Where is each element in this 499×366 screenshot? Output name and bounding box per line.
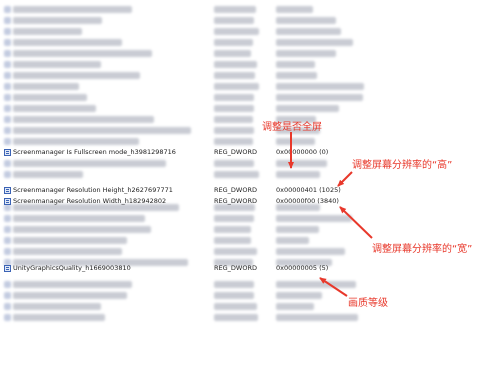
- arrow-quality: [319, 277, 348, 297]
- arrow-height: [337, 171, 353, 187]
- arrow-width: [339, 206, 373, 239]
- annotation-arrows: [288, 132, 373, 297]
